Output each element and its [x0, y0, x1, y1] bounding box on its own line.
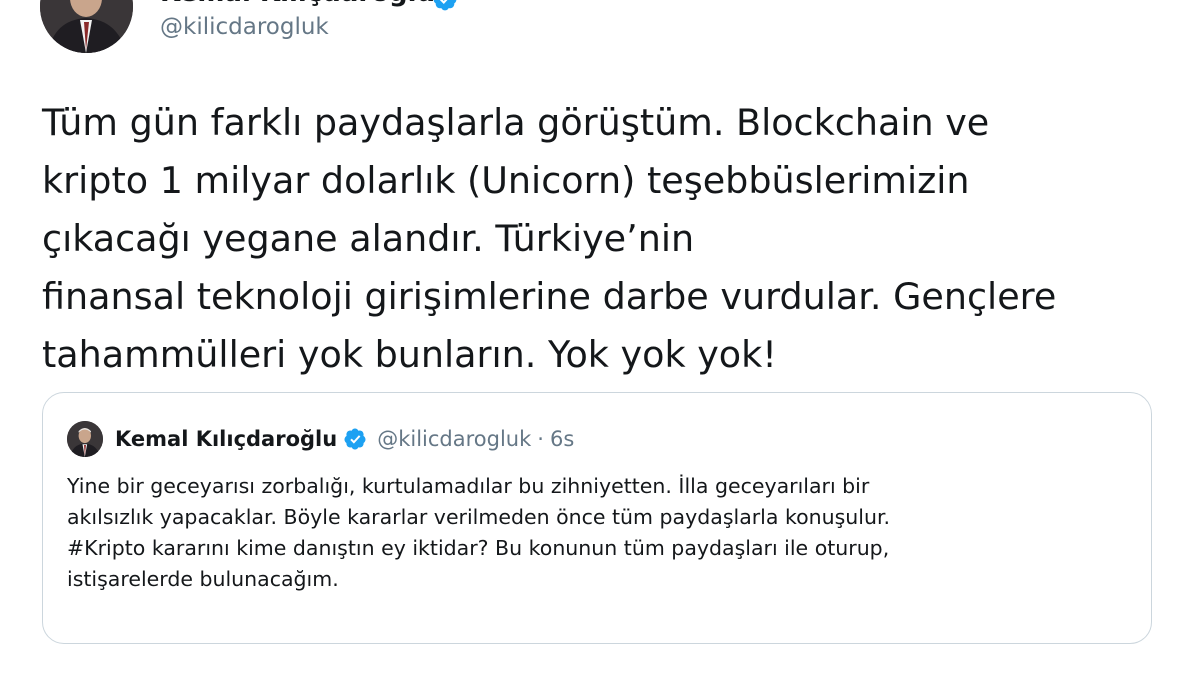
- tweet-text: Tüm gün farklı paydaşlarla görüştüm. Blo…: [42, 94, 1172, 384]
- tweet-text-line: tahammülleri yok bunların. Yok yok yok!: [42, 333, 777, 376]
- quoted-text-line: akılsızlık yapacaklar. Böyle kararlar ve…: [67, 505, 891, 529]
- tweet-text-line: kripto 1 milyar dolarlık (Unicorn) teşeb…: [42, 159, 970, 202]
- quoted-tweet-text: Yine bir geceyarısı zorbalığı, kurtulama…: [67, 471, 1137, 595]
- tweet-text-line: Tüm gün farklı paydaşlarla görüştüm. Blo…: [42, 101, 990, 144]
- quoted-tweet-header: Kemal Kılıçdaroğlu @kilicdarogluk · 6s: [115, 423, 574, 455]
- quoted-tweet-card[interactable]: Kemal Kılıçdaroğlu @kilicdarogluk · 6s Y…: [42, 392, 1152, 644]
- quoted-text-line: Yine bir geceyarısı zorbalığı, kurtulama…: [67, 474, 870, 498]
- verified-badge-icon: [344, 428, 366, 450]
- quoted-author-handle[interactable]: @kilicdarogluk: [377, 427, 531, 451]
- author-avatar-image: [40, 0, 133, 53]
- quoted-author-name[interactable]: Kemal Kılıçdaroğlu: [115, 427, 337, 451]
- tweet-text-line: finansal teknoloji girişimlerine darbe v…: [42, 275, 1057, 318]
- quoted-author-avatar-image: [67, 421, 103, 457]
- quoted-text-line: istişarelerde bulunacağım.: [67, 567, 339, 591]
- tweet-text-line: çıkacağı yegane alandır. Türkiye’nin: [42, 217, 695, 260]
- author-handle[interactable]: @kilicdarogluk: [160, 14, 329, 40]
- header-separator: ·: [537, 427, 544, 451]
- quoted-tweet-timestamp[interactable]: 6s: [550, 427, 574, 451]
- author-name[interactable]: Kemal Kılıçdaroğlu: [160, 0, 435, 8]
- quoted-text-line: #Kripto kararını kime danıştın ey iktida…: [67, 536, 890, 560]
- author-avatar[interactable]: [40, 0, 133, 53]
- verified-badge-icon: [433, 0, 457, 11]
- quoted-author-avatar[interactable]: [67, 421, 103, 457]
